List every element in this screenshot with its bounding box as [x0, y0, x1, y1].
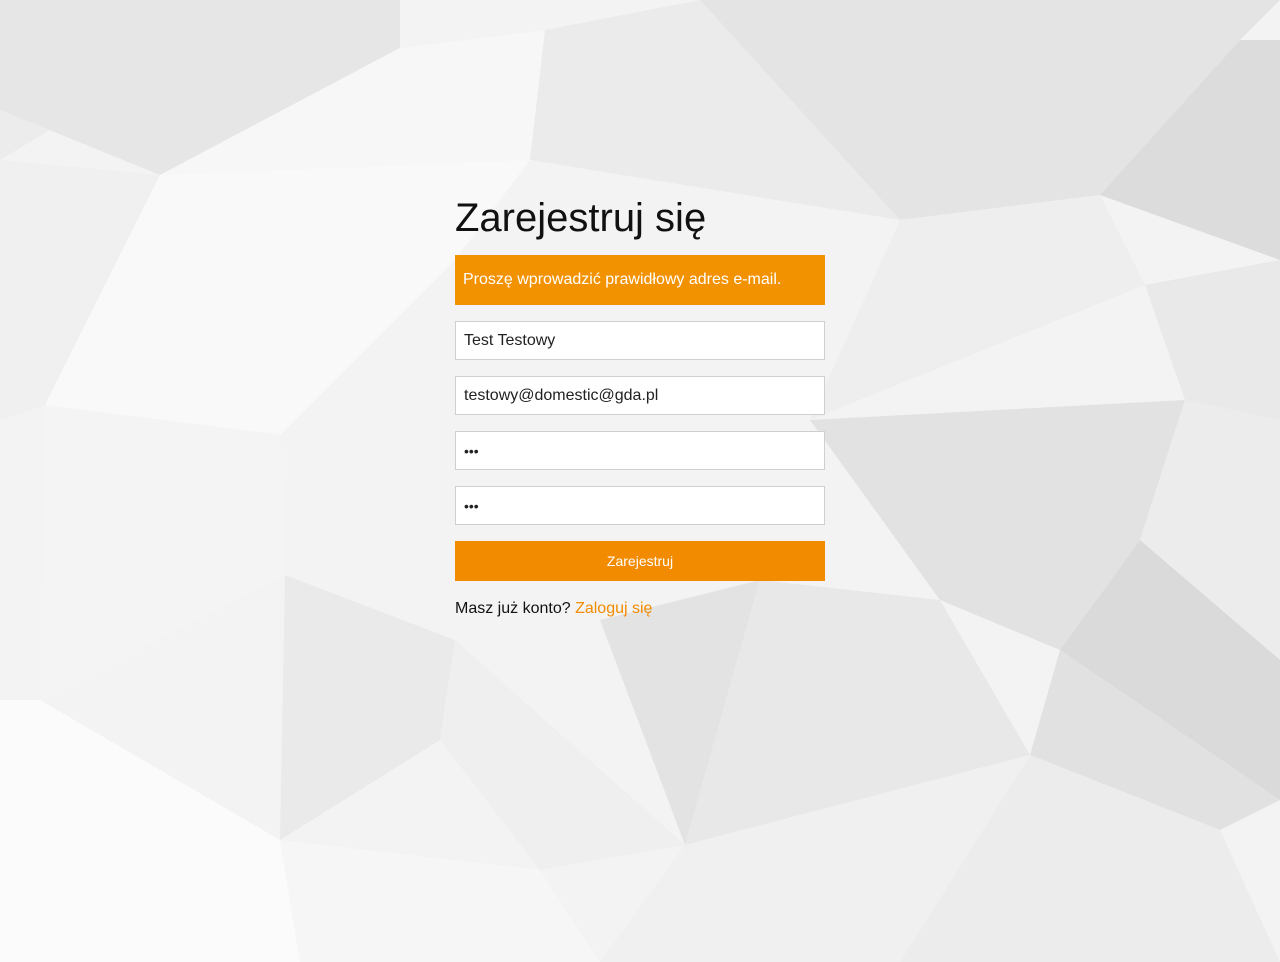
name-field[interactable] [455, 321, 825, 360]
login-link[interactable]: Zaloguj się [575, 600, 652, 617]
email-field[interactable] [455, 376, 825, 415]
register-button[interactable]: Zarejestruj [455, 541, 825, 581]
password-confirm-field[interactable] [455, 486, 825, 525]
page-title: Zarejestruj się [455, 196, 707, 240]
register-form: Zarejestruj się Proszę wprowadzić prawid… [455, 190, 825, 618]
login-question: Masz już konto? [455, 600, 571, 617]
error-alert: Proszę wprowadzić prawidłowy adres e-mai… [455, 255, 825, 305]
password-field[interactable] [455, 431, 825, 470]
login-prompt: Masz już konto? Zaloguj się [455, 600, 825, 618]
